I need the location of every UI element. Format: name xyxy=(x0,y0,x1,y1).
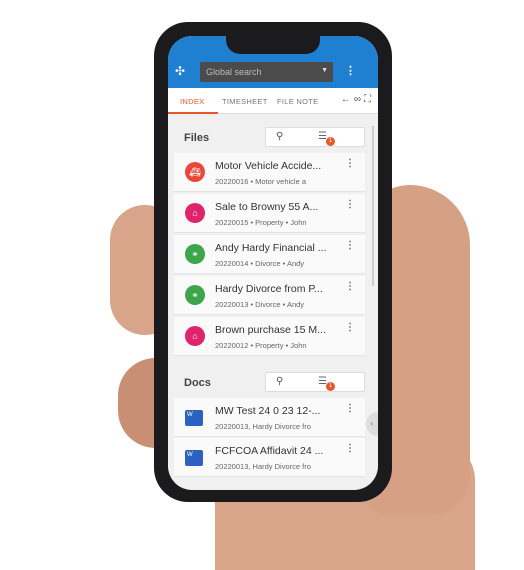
item-menu-icon[interactable]: ⋮ xyxy=(345,240,355,251)
file-list-item[interactable]: 🚑︎ Motor Vehicle Accide... 20220016 • Mo… xyxy=(174,153,365,192)
ambulance-icon: 🚑︎ xyxy=(185,162,205,182)
tab-index[interactable]: INDEX xyxy=(180,97,204,106)
docs-title: Docs xyxy=(184,377,211,389)
file-title: Motor Vehicle Accide... xyxy=(215,160,322,172)
file-list-item[interactable]: ⌂ Brown purchase 15 M... 20220012 • Prop… xyxy=(174,317,365,356)
property-icon: ⌂ xyxy=(185,326,205,346)
file-list-item[interactable]: ⌂ Sale to Browny 55 A... 20220015 • Prop… xyxy=(174,194,365,233)
file-list-item[interactable]: ⚭ Hardy Divorce from P... 20220013 • Div… xyxy=(174,276,365,315)
file-subtitle: 20220014 • Divorce • Andy xyxy=(215,259,305,268)
active-tab-indicator xyxy=(168,112,218,114)
file-title: Andy Hardy Financial ... xyxy=(215,242,327,254)
tab-file-note[interactable]: FILE NOTE xyxy=(277,97,318,106)
file-title: Hardy Divorce from P... xyxy=(215,283,323,295)
property-icon: ⌂ xyxy=(185,203,205,223)
files-search-filter: ⚲ ☰ 1 xyxy=(265,127,365,147)
logo-icon: ✣ xyxy=(175,64,186,78)
search-icon[interactable]: ⚲ xyxy=(276,131,283,142)
file-subtitle: 20220015 • Property • John xyxy=(215,218,307,227)
divorce-icon: ⚭ xyxy=(185,244,205,264)
search-placeholder: Global search xyxy=(206,67,262,77)
filter-count-badge: 1 xyxy=(326,382,335,391)
fullscreen-icon[interactable]: ⛶ xyxy=(364,94,374,105)
back-arrow-icon[interactable]: ← xyxy=(341,94,354,105)
doc-title: MW Test 24 0 23 12-... xyxy=(215,405,321,417)
item-menu-icon[interactable]: ⋮ xyxy=(345,281,355,292)
item-menu-icon[interactable]: ⋮ xyxy=(345,403,355,414)
link-icon[interactable]: ∞ xyxy=(354,94,364,105)
more-menu-icon[interactable]: ⋮ xyxy=(345,64,356,77)
app-screen: ✣ Global search ▼ ⋮ INDEX TIMESHEET FILE … xyxy=(168,36,378,490)
doc-list-item[interactable]: W FCFCOA Affidavit 24 ... 20220013, Hard… xyxy=(174,438,365,477)
search-icon[interactable]: ⚲ xyxy=(276,376,283,387)
item-menu-icon[interactable]: ⋮ xyxy=(345,199,355,210)
file-subtitle: 20220012 • Property • John xyxy=(215,341,307,350)
item-menu-icon[interactable]: ⋮ xyxy=(345,443,355,454)
item-menu-icon[interactable]: ⋮ xyxy=(345,322,355,333)
side-panel-toggle[interactable]: ‹ xyxy=(366,412,378,436)
docs-search-filter: ⚲ ☰ 1 xyxy=(265,372,365,392)
file-subtitle: 20220013 • Divorce • Andy xyxy=(215,300,305,309)
file-list-item[interactable]: ⚭ Andy Hardy Financial ... 20220014 • Di… xyxy=(174,235,365,274)
tab-timesheet[interactable]: TIMESHEET xyxy=(222,97,268,106)
doc-subtitle: 20220013, Hardy Divorce fro xyxy=(215,462,311,471)
filter-count-badge: 1 xyxy=(326,137,335,146)
phone-notch xyxy=(226,36,320,54)
dropdown-caret-icon: ▼ xyxy=(321,67,328,74)
word-doc-icon: W xyxy=(185,450,203,466)
files-title: Files xyxy=(184,132,210,144)
doc-title: FCFCOA Affidavit 24 ... xyxy=(215,445,324,457)
scrollbar[interactable] xyxy=(372,126,374,286)
tab-bar: INDEX TIMESHEET FILE NOTE ←∞⛶ xyxy=(168,88,378,114)
global-search-input[interactable]: Global search ▼ xyxy=(200,62,333,82)
item-menu-icon[interactable]: ⋮ xyxy=(345,158,355,169)
doc-list-item[interactable]: W MW Test 24 0 23 12-... 20220013, Hardy… xyxy=(174,398,365,437)
doc-subtitle: 20220013, Hardy Divorce fro xyxy=(215,422,311,431)
word-doc-icon: W xyxy=(185,410,203,426)
file-subtitle: 20220016 • Motor vehicle a xyxy=(215,177,307,186)
file-title: Sale to Browny 55 A... xyxy=(215,201,319,213)
divorce-icon: ⚭ xyxy=(185,285,205,305)
file-title: Brown purchase 15 M... xyxy=(215,324,326,336)
